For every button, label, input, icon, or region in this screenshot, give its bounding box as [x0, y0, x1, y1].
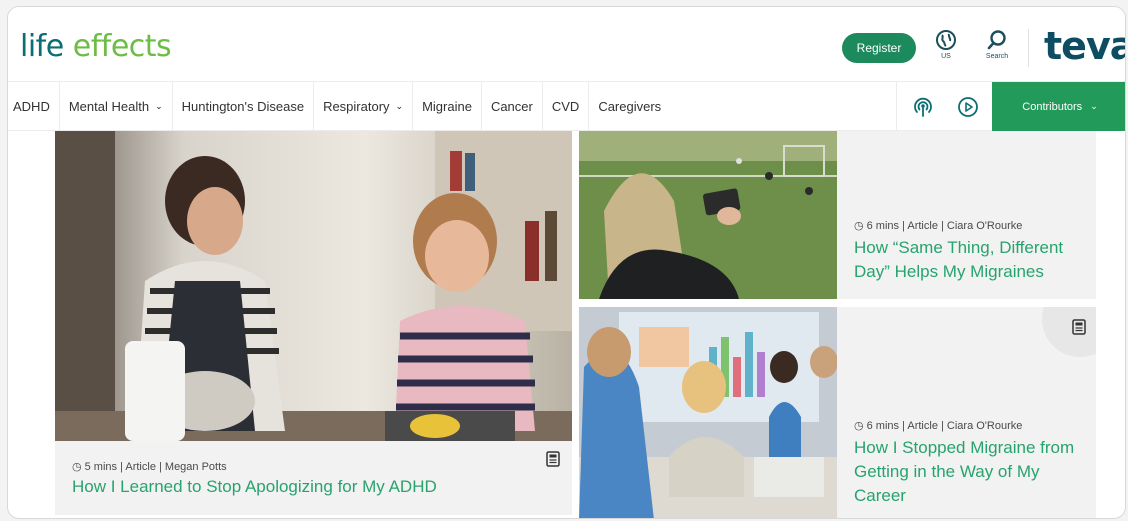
site-header: life effects Register US Search teva [8, 7, 1125, 81]
nav-item-label: Cancer [490, 98, 533, 114]
teva-logo[interactable]: teva [1044, 21, 1125, 71]
nav-items: ADHD Mental Health ⌄ Huntington's Disease Re… [8, 82, 670, 130]
nav-item-label: Migraine [422, 98, 472, 114]
article-meta: ◷ 6 mins | Article | Ciara O'Rourke [854, 219, 1023, 233]
register-button[interactable]: Register [842, 33, 916, 63]
article-meta: ◷ 6 mins | Article | Ciara O'Rourke [854, 419, 1023, 433]
podcast-button[interactable] [911, 95, 935, 119]
featured-article-card[interactable]: ◷ 5 mins | Article | Megan Potts How I L… [55, 131, 572, 515]
hero-image [55, 131, 572, 441]
article-info: ◷ 6 mins | Article | Ciara O'Rourke How … [854, 419, 1096, 508]
region-selector[interactable]: US [926, 29, 966, 60]
clock-icon: ◷ [72, 461, 82, 473]
clock-icon: ◷ [854, 220, 864, 232]
life-effects-logo[interactable]: life effects [20, 27, 172, 67]
nav-item-label: Caregivers [598, 98, 662, 114]
search-icon [987, 30, 1006, 50]
nav-item-adhd[interactable]: ADHD [8, 82, 60, 130]
article-icon [1072, 319, 1086, 335]
nav-item-label: Mental Health [68, 98, 150, 114]
article-meta: ◷ 5 mins | Article | Megan Potts [72, 460, 227, 474]
chevron-down-icon: ⌄ [395, 100, 404, 111]
main-nav: ADHD Mental Health ⌄ Huntington's Disease Re… [8, 81, 1125, 131]
header-divider [1028, 29, 1029, 67]
nav-item-migraine[interactable]: Migraine [413, 82, 482, 130]
search-button[interactable]: Search [977, 29, 1017, 60]
browser-frame: life effects Register US Search teva ADH… [7, 6, 1126, 519]
nav-item-mental-health[interactable]: Mental Health ⌄ [60, 82, 173, 130]
card-corner-accent [1042, 307, 1096, 357]
nav-item-caregivers[interactable]: Caregivers [589, 82, 670, 130]
nav-item-label: CVD [551, 98, 580, 114]
search-label: Search [985, 53, 1009, 60]
article-info: ◷ 6 mins | Article | Ciara O'Rourke How … [854, 219, 1096, 284]
nav-item-respiratory[interactable]: Respiratory ⌄ [314, 82, 414, 130]
nav-divider [896, 82, 897, 130]
globe-icon [936, 30, 956, 50]
article-card[interactable]: ◷ 6 mins | Article | Ciara O'Rourke How … [579, 307, 1096, 518]
article-title[interactable]: How I Stopped Migraine from Getting in t… [854, 436, 1096, 508]
article-icon [546, 451, 560, 467]
clock-icon: ◷ [854, 420, 864, 432]
play-icon [958, 97, 978, 117]
nav-item-huntington-s-disease[interactable]: Huntington's Disease [173, 82, 315, 130]
contributors-dropdown[interactable]: Contributors ⌄ [992, 82, 1125, 131]
podcast-icon [914, 97, 932, 117]
article-card[interactable]: ◷ 6 mins | Article | Ciara O'Rourke How … [579, 131, 1096, 299]
contributors-label: Contributors [1022, 100, 1083, 113]
article-image [579, 131, 837, 299]
nav-item-cvd[interactable]: CVD [543, 82, 590, 130]
nav-item-cancer[interactable]: Cancer [482, 82, 543, 130]
chevron-down-icon: ⌄ [155, 100, 163, 111]
featured-article-info: ◷ 5 mins | Article | Megan Potts How I L… [55, 441, 572, 515]
chevron-down-icon: ⌄ [1090, 101, 1098, 111]
article-title[interactable]: How “Same Thing, Different Day” Helps My… [854, 236, 1096, 284]
nav-item-label: Respiratory [323, 98, 390, 114]
video-button[interactable] [956, 95, 980, 119]
nav-item-label: Huntington's Disease [181, 98, 305, 114]
article-title[interactable]: How I Learned to Stop Apologizing for My… [72, 477, 437, 497]
article-image [579, 307, 837, 518]
nav-item-label: ADHD [13, 98, 50, 114]
region-label: US [941, 53, 951, 60]
